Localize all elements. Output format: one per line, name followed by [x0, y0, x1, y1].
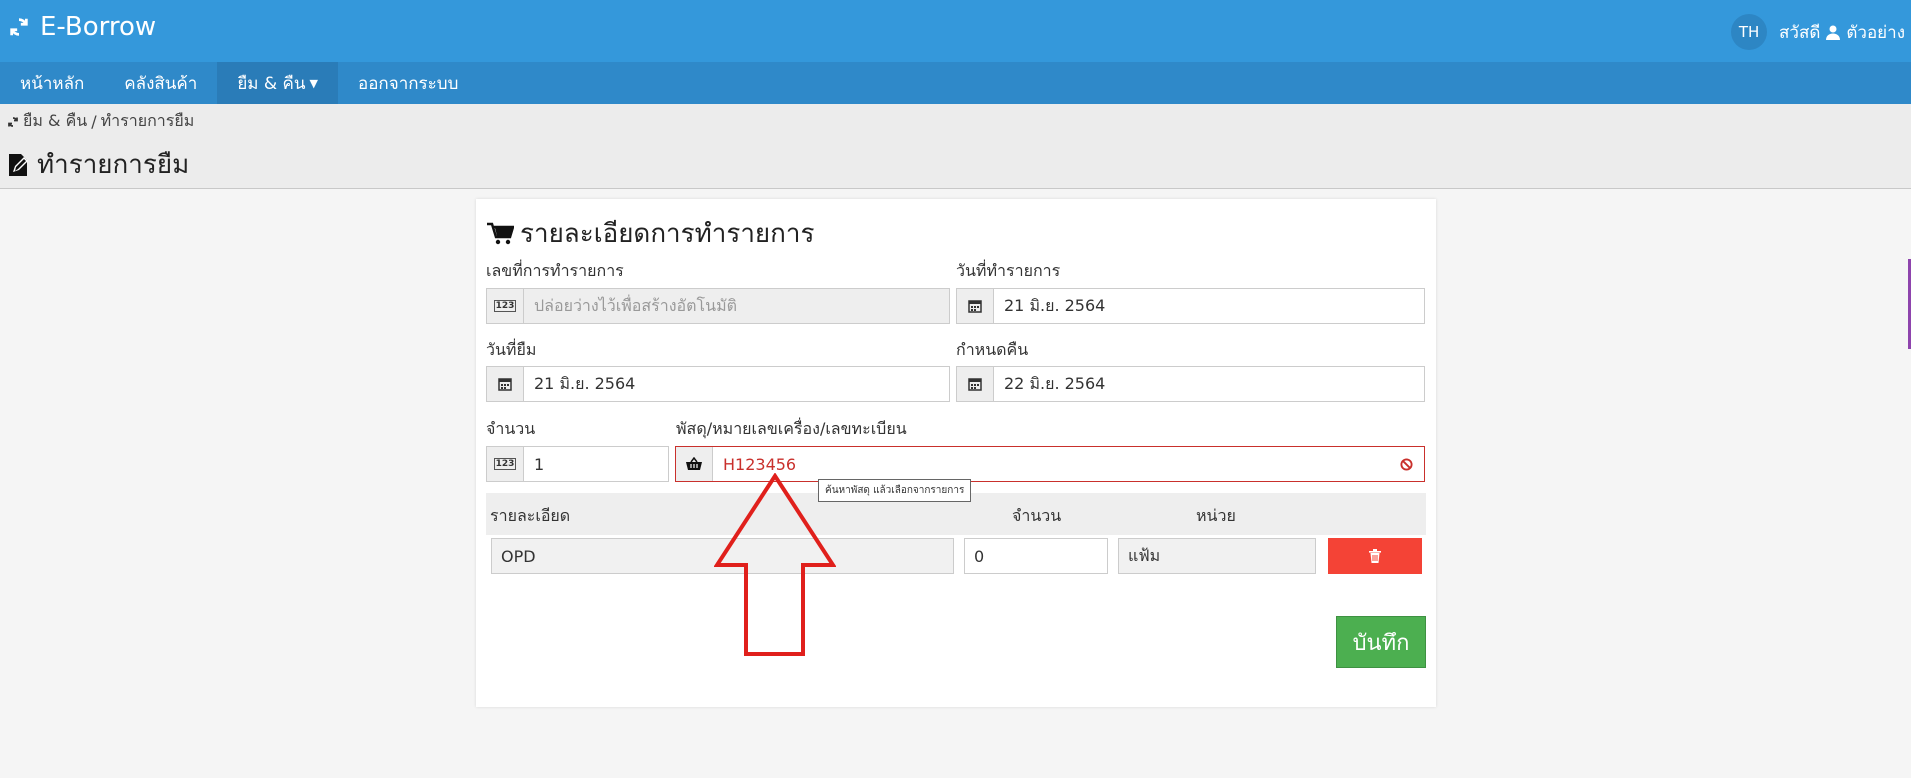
col-unit: หน่วย — [1196, 506, 1236, 525]
number-icon: 123 — [487, 447, 524, 481]
username: ตัวอย่าง — [1846, 22, 1905, 43]
calendar-icon — [957, 289, 994, 323]
txn-date-label: วันที่ทำรายการ — [956, 261, 1061, 280]
user-icon — [1826, 25, 1841, 40]
page-title: ทำรายการยืม — [7, 144, 189, 185]
calendar-icon — [487, 367, 524, 401]
caret-down-icon: ▼ — [309, 76, 319, 90]
language-badge[interactable]: TH — [1731, 14, 1768, 50]
calendar-icon — [957, 367, 994, 401]
item-label: พัสดุ/หมายเลขเครื่อง/เลขทะเบียน — [676, 419, 907, 438]
transaction-card: รายละเอียดการทำรายการ เลขที่การทำรายการ … — [476, 199, 1436, 707]
row-qty-input[interactable]: 0 — [964, 538, 1108, 574]
nav-item-inventory[interactable]: คลังสินค้า — [104, 62, 217, 104]
nav-label: ยืม & คืน — [237, 73, 306, 94]
breadcrumb-separator: / — [91, 112, 97, 131]
card-title-text: รายละเอียดการทำรายการ — [520, 219, 815, 249]
txn-no-input[interactable]: ปล่อยว่างไว้เพื่อสร้างอัตโนมัติ — [524, 289, 949, 323]
cart-icon — [487, 222, 514, 244]
breadcrumb-current: ทำรายการยืม — [100, 111, 195, 130]
nav-label: ออกจากระบบ — [358, 73, 459, 94]
breadcrumb-section[interactable]: ยืม & คืน — [23, 109, 87, 134]
edit-document-icon — [9, 153, 28, 176]
delete-row-button[interactable] — [1328, 538, 1422, 574]
user-area: TH สวัสดี ตัวอย่าง — [1731, 14, 1905, 50]
user-menu[interactable]: สวัสดี ตัวอย่าง — [1779, 19, 1905, 46]
borrow-date-input[interactable]: 21 มิ.ย. 2564 — [524, 367, 949, 401]
brand[interactable]: E-Borrow — [8, 12, 156, 42]
txn-no-field[interactable]: 123 ปล่อยว่างไว้เพื่อสร้างอัตโนมัติ — [486, 288, 950, 324]
trash-icon — [1369, 549, 1381, 563]
annotation-arrow-icon — [714, 473, 836, 656]
greeting-text: สวัสดี — [1779, 22, 1821, 43]
number-icon: 123 — [487, 289, 524, 323]
save-button[interactable]: บันทึก — [1336, 616, 1426, 668]
qty-field[interactable]: 123 1 — [486, 446, 669, 482]
item-search-tooltip: ค้นหาพัสดุ แล้วเลือกจากรายการ — [818, 479, 972, 502]
due-date-label: กำหนดคืน — [956, 340, 1029, 359]
breadcrumb: ยืม & คืน / ทำรายการยืม — [7, 109, 194, 134]
row-unit: แฟ้ม — [1118, 538, 1316, 574]
borrow-date-field[interactable]: 21 มิ.ย. 2564 — [486, 366, 950, 402]
nav-item-logout[interactable]: ออกจากระบบ — [338, 62, 478, 104]
basket-icon — [676, 447, 713, 481]
page-title-text: ทำรายการยืม — [37, 150, 190, 180]
nav-item-borrow-return[interactable]: ยืม & คืน ▼ — [217, 62, 339, 104]
col-detail: รายละเอียด — [490, 506, 571, 525]
page-header: ยืม & คืน / ทำรายการยืม ทำรายการยืม — [0, 104, 1911, 189]
due-date-input[interactable]: 22 มิ.ย. 2564 — [994, 367, 1424, 401]
qty-input[interactable]: 1 — [524, 447, 668, 481]
refresh-icon — [8, 116, 18, 127]
top-bar: E-Borrow TH สวัสดี ตัวอย่าง — [0, 0, 1911, 62]
ban-icon[interactable] — [1388, 447, 1424, 481]
txn-no-label: เลขที่การทำรายการ — [486, 261, 624, 280]
nav-label: หน้าหลัก — [20, 73, 85, 94]
card-title: รายละเอียดการทำรายการ — [486, 213, 814, 254]
borrow-date-label: วันที่ยืม — [486, 340, 537, 359]
qty-label: จำนวน — [486, 419, 536, 438]
due-date-field[interactable]: 22 มิ.ย. 2564 — [956, 366, 1425, 402]
col-qty: จำนวน — [1012, 506, 1062, 525]
refresh-icon — [10, 18, 28, 36]
main-nav: หน้าหลัก คลังสินค้า ยืม & คืน ▼ ออกจากระ… — [0, 62, 1911, 104]
nav-item-home[interactable]: หน้าหลัก — [0, 62, 104, 104]
brand-name: E-Borrow — [40, 12, 157, 42]
txn-date-field[interactable]: 21 มิ.ย. 2564 — [956, 288, 1425, 324]
txn-date-input[interactable]: 21 มิ.ย. 2564 — [994, 289, 1424, 323]
nav-label: คลังสินค้า — [124, 73, 198, 94]
